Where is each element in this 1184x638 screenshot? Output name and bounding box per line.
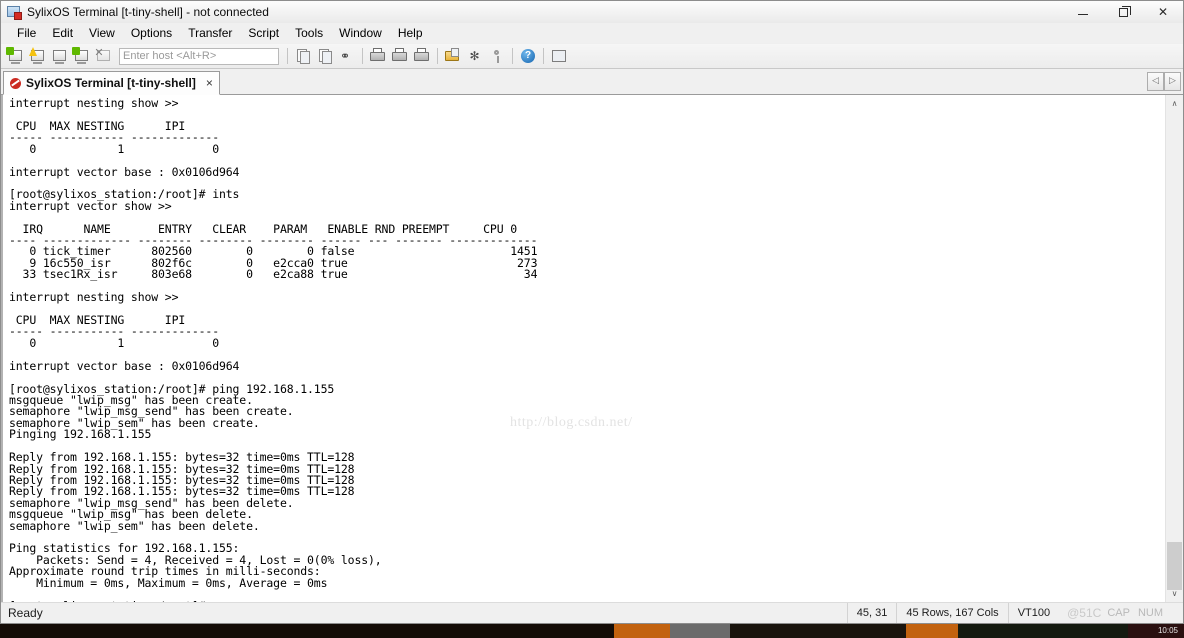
menu-item-file[interactable]: File xyxy=(9,24,44,42)
status-caps-indicator: CAP xyxy=(1107,607,1130,619)
menu-item-tools[interactable]: Tools xyxy=(287,24,331,42)
connect-in-tab-icon[interactable] xyxy=(50,46,70,66)
status-ready-text: Ready xyxy=(8,606,43,620)
terminal-app-icon xyxy=(6,4,22,20)
taskbar-clock: 10:05 xyxy=(1157,626,1178,635)
status-num-indicator: NUM xyxy=(1137,607,1163,619)
tab-close-icon[interactable]: × xyxy=(206,77,213,89)
status-emulation: VT100 xyxy=(1007,603,1059,623)
menu-item-script[interactable]: Script xyxy=(240,24,287,42)
restore-icon xyxy=(1118,5,1131,17)
close-button[interactable]: ✕ xyxy=(1143,1,1183,23)
connect-icon[interactable] xyxy=(6,46,26,66)
desktop-taskbar: 10:05 xyxy=(0,624,1184,638)
resize-grip-icon[interactable] xyxy=(1167,606,1181,620)
toolbar-separator xyxy=(512,48,513,64)
find-icon[interactable]: ⚭ xyxy=(337,46,357,66)
title-bar: SylixOS Terminal [t-tiny-shell] - not co… xyxy=(1,1,1183,23)
tab-nav-buttons: ◁ ▷ xyxy=(1147,71,1181,91)
tab-label: SylixOS Terminal [t-tiny-shell] xyxy=(26,76,196,90)
help-icon[interactable]: ? xyxy=(518,46,538,66)
reconnect-icon[interactable] xyxy=(72,46,92,66)
scrollbar-track[interactable] xyxy=(1166,112,1183,590)
disconnect-icon[interactable]: ✕ xyxy=(94,46,114,66)
log-session-icon[interactable] xyxy=(390,46,410,66)
toolbar-separator xyxy=(287,48,288,64)
print-screen-icon[interactable] xyxy=(368,46,388,66)
toolbar: ✕ Enter host <Alt+R> ⚭ ✻ ? xyxy=(1,44,1183,69)
status-watermark: @51C xyxy=(1067,606,1102,620)
watermark-text: http://blog.csdn.net/ xyxy=(510,415,633,430)
secure-file-transfer-icon[interactable] xyxy=(549,46,569,66)
menu-item-edit[interactable]: Edit xyxy=(44,24,81,42)
toolbar-separator xyxy=(362,48,363,64)
tab-strip: SylixOS Terminal [t-tiny-shell] × ◁ ▷ xyxy=(1,69,1183,95)
menu-bar: File Edit View Options Transfer Script T… xyxy=(1,23,1183,44)
scroll-up-icon[interactable]: ∧ xyxy=(1166,95,1183,112)
quick-connect-icon[interactable] xyxy=(28,46,48,66)
status-bar: Ready 45, 31 45 Rows, 167 Cols VT100 @51… xyxy=(1,602,1183,623)
maximize-button[interactable] xyxy=(1103,1,1143,23)
toolbar-separator xyxy=(543,48,544,64)
disconnected-icon xyxy=(10,77,21,89)
terminal-area: interrupt nesting show >> CPU MAX NESTIN… xyxy=(1,95,1183,602)
search-input[interactable]: Enter host <Alt+R> xyxy=(119,47,279,65)
paste-icon[interactable] xyxy=(315,46,335,66)
window-controls: ✕ xyxy=(1063,1,1183,23)
menu-item-window[interactable]: Window xyxy=(331,24,390,42)
application-window: SylixOS Terminal [t-tiny-shell] - not co… xyxy=(0,0,1184,624)
menu-item-help[interactable]: Help xyxy=(390,24,431,42)
minimize-button[interactable] xyxy=(1063,1,1103,23)
status-right-group: 45, 31 45 Rows, 167 Cols VT100 @51C CAP … xyxy=(846,603,1183,623)
menu-item-options[interactable]: Options xyxy=(123,24,180,42)
key-icon[interactable] xyxy=(487,46,507,66)
toolbar-separator xyxy=(437,48,438,64)
close-icon: ✕ xyxy=(1157,5,1169,19)
session-options-icon[interactable] xyxy=(443,46,463,66)
terminal-output: interrupt nesting show >> CPU MAX NESTIN… xyxy=(9,96,538,602)
status-dimensions: 45 Rows, 167 Cols xyxy=(896,603,1007,623)
tab-next-icon[interactable]: ▷ xyxy=(1164,71,1181,91)
copy-icon[interactable] xyxy=(293,46,313,66)
window-title: SylixOS Terminal [t-tiny-shell] - not co… xyxy=(27,5,269,19)
tab-sylixos-terminal[interactable]: SylixOS Terminal [t-tiny-shell] × xyxy=(3,71,220,95)
vertical-scrollbar[interactable]: ∧ ∨ xyxy=(1165,95,1183,602)
scrollbar-thumb[interactable] xyxy=(1167,542,1182,590)
global-options-icon[interactable]: ✻ xyxy=(465,46,485,66)
print-icon[interactable] xyxy=(412,46,432,66)
minimize-icon xyxy=(1078,14,1088,15)
terminal-screen[interactable]: interrupt nesting show >> CPU MAX NESTIN… xyxy=(1,95,1165,602)
menu-item-transfer[interactable]: Transfer xyxy=(180,24,240,42)
status-cursor-position: 45, 31 xyxy=(846,603,897,623)
tab-prev-icon[interactable]: ◁ xyxy=(1147,71,1164,91)
menu-item-view[interactable]: View xyxy=(81,24,123,42)
